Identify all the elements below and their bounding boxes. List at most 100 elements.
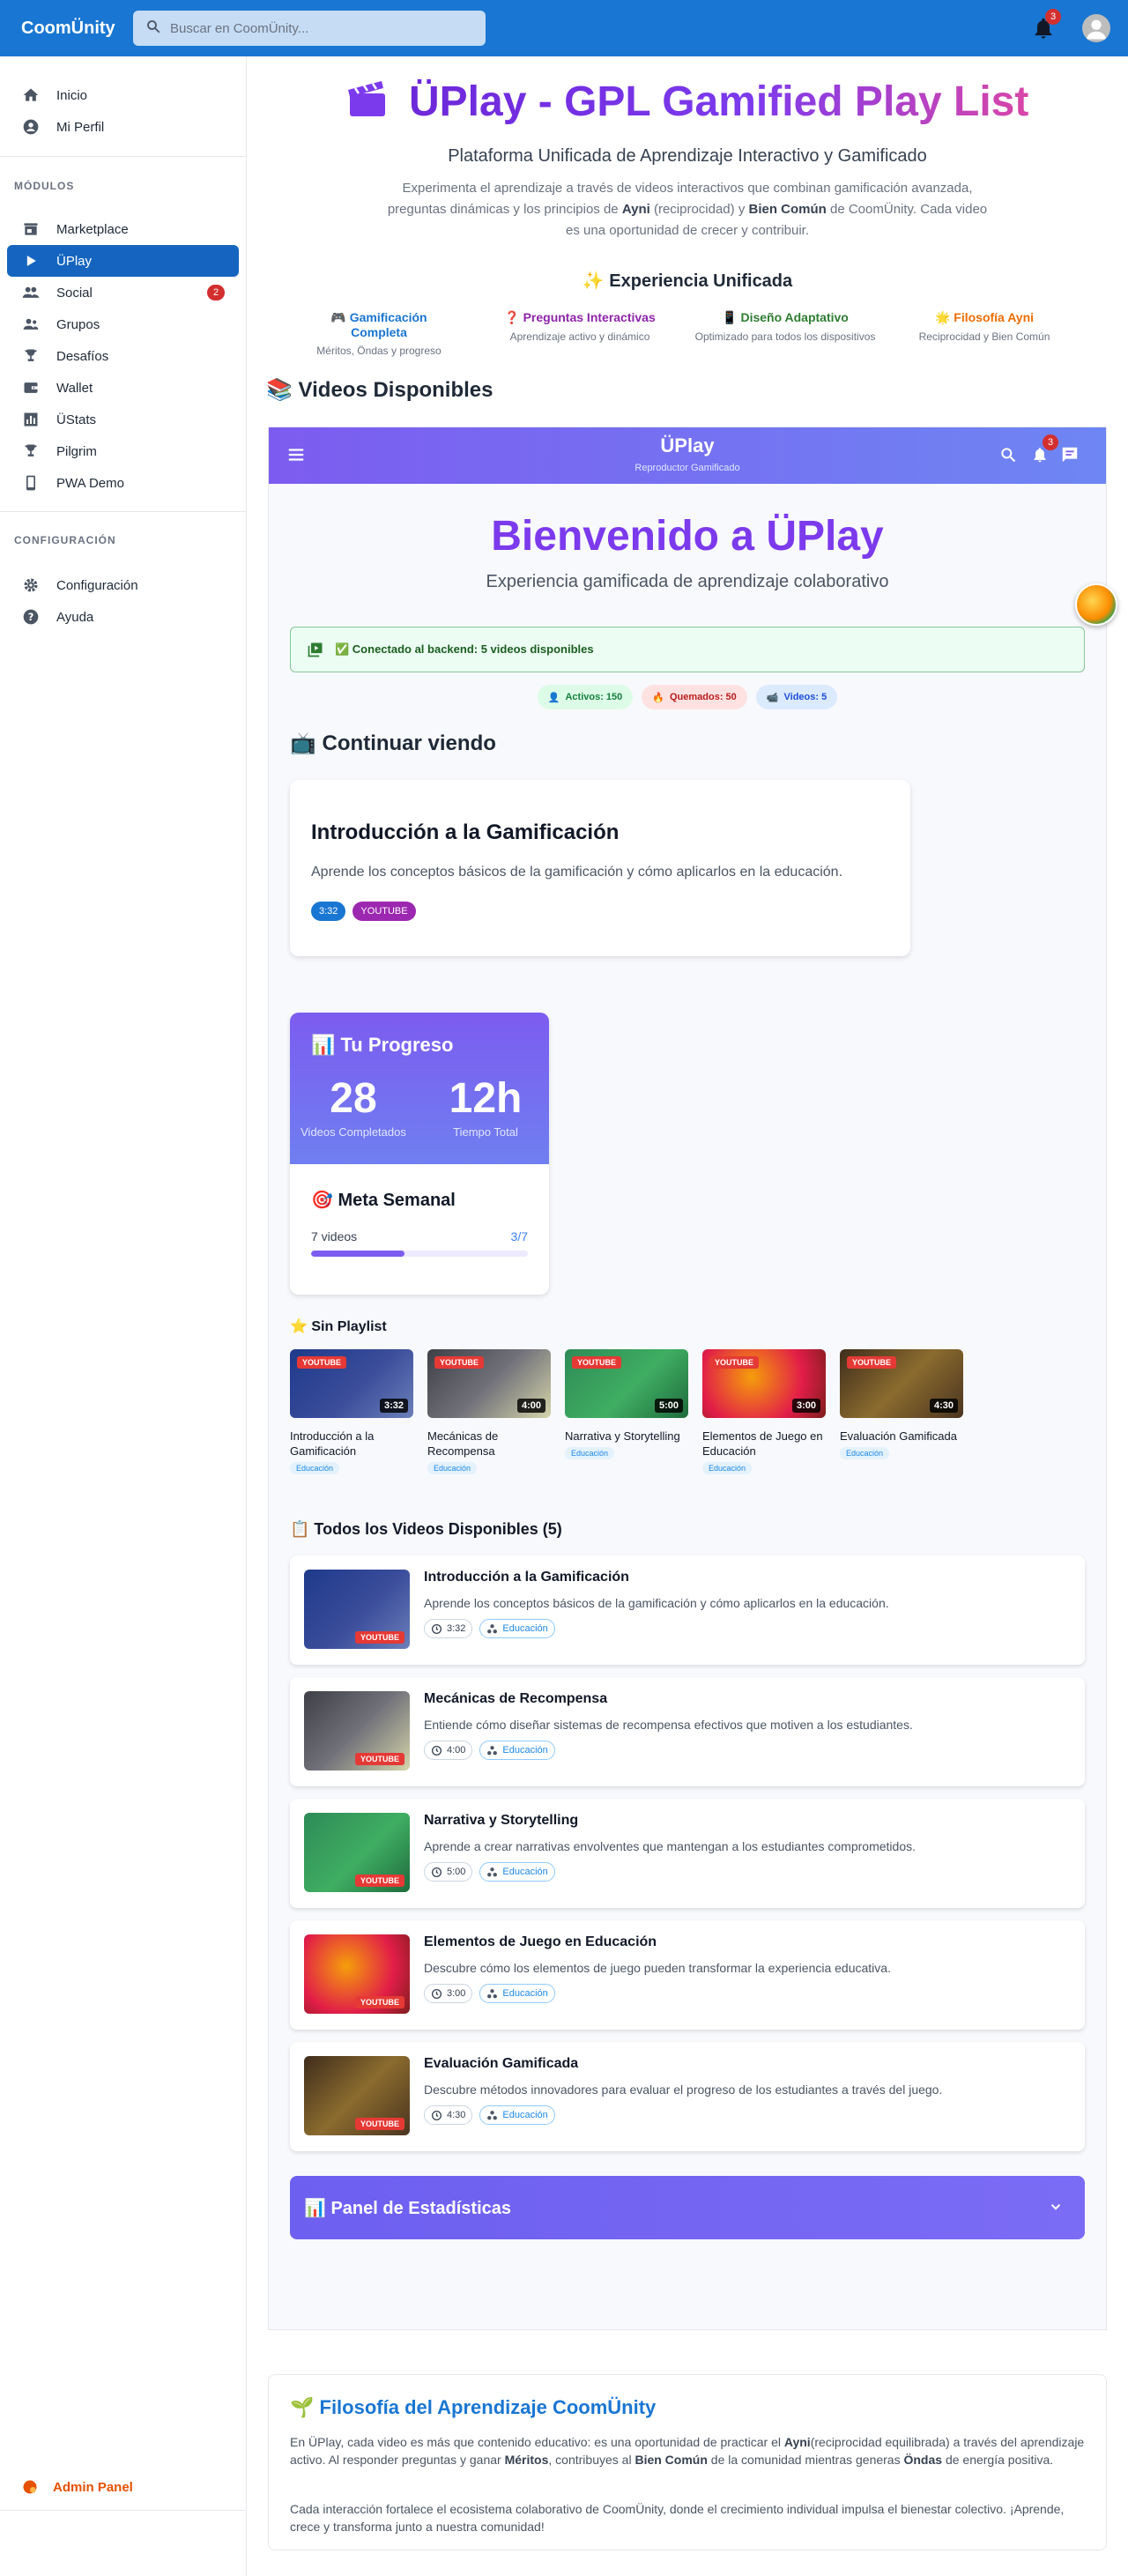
category-icon bbox=[486, 1745, 498, 1756]
search-bar[interactable] bbox=[133, 11, 486, 46]
time-value: 12h bbox=[449, 1075, 523, 1122]
duration-chip: 4:30 bbox=[424, 2105, 473, 2125]
player-subtitle: Reproductor Gamificado bbox=[634, 463, 740, 473]
video-description: Entiende cómo diseñar sistemas de recomp… bbox=[424, 1718, 913, 1732]
sidebar-item-label: PWA Demo bbox=[56, 475, 124, 491]
chat-icon[interactable] bbox=[1058, 443, 1081, 466]
continue-card-desc: Aprende los conceptos básicos de la gami… bbox=[311, 865, 843, 880]
connection-text: ✅ Conectado al backend: 5 videos disponi… bbox=[335, 642, 594, 656]
search-input[interactable] bbox=[170, 20, 452, 36]
sidebar: Inicio Mi Perfil MÓDULOS Marketplace ÜPl… bbox=[0, 56, 247, 2576]
philosophy-card: 🌱 Filosofía del Aprendizaje CoomÜnity En… bbox=[268, 2374, 1107, 2550]
sidebar-item-label: Inicio bbox=[56, 87, 88, 103]
sidebar-item-marketplace[interactable]: Marketplace bbox=[7, 213, 239, 245]
all-videos-title: 📋 Todos los Videos Disponibles (5) bbox=[290, 1520, 562, 1538]
philosophy-paragraph-2: Cada interacción fortalece el ecosistema… bbox=[290, 2502, 1065, 2534]
people-icon bbox=[21, 283, 41, 302]
sidebar-item-inicio[interactable]: Inicio bbox=[7, 79, 239, 111]
weekly-goal-progress-fill bbox=[311, 1251, 404, 1257]
videos-chip: 📹 Videos: 5 bbox=[755, 685, 838, 709]
video-title: Mecánicas de Recompensa bbox=[424, 1691, 608, 1706]
sidebar-item-label: Pilgrim bbox=[56, 443, 97, 459]
sidebar-item-ayuda[interactable]: ? Ayuda bbox=[7, 601, 239, 633]
sidebar-item-wallet[interactable]: Wallet bbox=[7, 372, 239, 404]
notifications-badge: 3 bbox=[1045, 9, 1061, 25]
video-icon: 📹 bbox=[766, 692, 779, 703]
video-list-item[interactable]: YOUTUBE Introducción a la Gamificación Apr… bbox=[290, 1555, 1085, 1665]
store-icon bbox=[21, 219, 41, 239]
person-icon: 👤 bbox=[547, 692, 560, 703]
sidebar-item-label: Social bbox=[56, 285, 93, 301]
sidebar-item-social[interactable]: Social 2 bbox=[7, 277, 239, 308]
video-list-item[interactable]: YOUTUBE Evaluación Gamificada Descubre mét… bbox=[290, 2042, 1085, 2151]
phone-icon bbox=[21, 473, 41, 493]
modules-header: MÓDULOS bbox=[14, 180, 75, 192]
youtube-badge: YOUTUBE bbox=[354, 1631, 404, 1644]
clock-icon bbox=[431, 1988, 442, 2000]
category-chip: Educación bbox=[479, 1984, 555, 2003]
stats-panel-toggle[interactable]: 📊 Panel de Estadísticas bbox=[290, 2176, 1085, 2239]
duration-pill: 3:32 bbox=[311, 902, 346, 921]
video-thumbnail: YOUTUBE bbox=[304, 2056, 410, 2135]
video-thumbnail: YOUTUBE 4:30 bbox=[840, 1349, 963, 1418]
video-description: Descubre cómo los elementos de juego pue… bbox=[424, 1961, 891, 1975]
playlist-video-tile[interactable]: YOUTUBE 4:30 Evaluación Gamificada Educació… bbox=[840, 1349, 963, 1460]
clock-icon bbox=[431, 1867, 442, 1878]
video-meta: 4:00 Educación bbox=[424, 1741, 555, 1760]
video-title: Elementos de Juego en Educación bbox=[424, 1934, 657, 1949]
search-icon[interactable] bbox=[997, 443, 1020, 466]
video-description: Aprende a crear narrativas envolventes q… bbox=[424, 1839, 916, 1853]
sidebar-item-mi-perfil[interactable]: Mi Perfil bbox=[7, 111, 239, 143]
svg-text:?: ? bbox=[28, 611, 34, 623]
youtube-badge: YOUTUBE bbox=[354, 1874, 404, 1887]
weekly-goal-label: 7 videos bbox=[311, 1229, 358, 1243]
uplay-player: ÜPlay Reproductor Gamificado 3 Bienvenid… bbox=[268, 427, 1107, 2330]
playlist-video-tile[interactable]: YOUTUBE 3:00 Elementos de Juego en Educaci… bbox=[702, 1349, 826, 1475]
player-notifications-badge: 3 bbox=[1043, 434, 1058, 450]
duration-badge: 4:30 bbox=[929, 1399, 958, 1413]
video-list-item[interactable]: YOUTUBE Elementos de Juego en Educación De… bbox=[290, 1920, 1085, 2030]
brand-logo[interactable]: CoomÜnity bbox=[21, 19, 115, 39]
admin-panel-link[interactable]: Admin Panel bbox=[21, 2478, 133, 2496]
sidebar-item-desafios[interactable]: Desafíos bbox=[7, 340, 239, 372]
welcome-title: Bienvenido a ÜPlay bbox=[491, 513, 884, 560]
user-avatar[interactable] bbox=[1082, 14, 1110, 42]
admin-label: Admin Panel bbox=[53, 2479, 133, 2495]
sidebar-item-label: Ayuda bbox=[56, 609, 94, 625]
video-meta: 3:00 Educación bbox=[424, 1984, 555, 2003]
video-list-item[interactable]: YOUTUBE Mecánicas de Recompensa Entiende c… bbox=[290, 1677, 1085, 1786]
connection-status: ✅ Conectado al backend: 5 videos disponi… bbox=[290, 627, 1085, 672]
feature-diseno: 📱 Diseño Adaptativo Optimizado para todo… bbox=[694, 310, 876, 343]
duration-chip: 3:32 bbox=[424, 1619, 473, 1638]
sidebar-item-pilgrim[interactable]: Pilgrim bbox=[7, 435, 239, 467]
floating-companion-avatar[interactable] bbox=[1075, 583, 1117, 626]
sidebar-item-uplay[interactable]: ÜPlay bbox=[7, 245, 239, 277]
duration-badge: 3:32 bbox=[379, 1399, 408, 1413]
video-thumbnail: YOUTUBE bbox=[304, 1691, 410, 1771]
category-chip: Educación bbox=[479, 1862, 555, 1882]
sidebar-item-configuracion[interactable]: Configuración bbox=[7, 569, 239, 601]
continue-watching-card[interactable]: Introducción a la Gamificación Aprende l… bbox=[290, 780, 910, 956]
search-icon bbox=[145, 19, 161, 39]
weekly-goal-status: 3/7 bbox=[510, 1229, 528, 1243]
category-chip: Educación bbox=[427, 1462, 478, 1474]
feature-preguntas: ❓ Preguntas Interactivas Aprendizaje act… bbox=[504, 310, 656, 343]
playlist-video-tile[interactable]: YOUTUBE 4:00 Mecánicas de Recompensa Educac… bbox=[427, 1349, 551, 1475]
playlist-video-tile[interactable]: YOUTUBE 5:00 Narrativa y Storytelling Educa… bbox=[565, 1349, 688, 1460]
playlist-video-tile[interactable]: YOUTUBE 3:32 Introducción a la Gamificació… bbox=[290, 1349, 413, 1475]
video-list-item[interactable]: YOUTUBE Narrativa y Storytelling Aprende a… bbox=[290, 1799, 1085, 1908]
tile-title: Mecánicas de Recompensa bbox=[427, 1429, 499, 1458]
sidebar-item-pwa-demo[interactable]: PWA Demo bbox=[7, 467, 239, 499]
sidebar-item-label: Configuración bbox=[56, 577, 138, 593]
time-label: Tiempo Total bbox=[453, 1125, 518, 1139]
video-title: Introducción a la Gamificación bbox=[424, 1570, 629, 1585]
sidebar-item-label: Marketplace bbox=[56, 221, 129, 237]
sidebar-item-grupos[interactable]: Grupos bbox=[7, 308, 239, 340]
sidebar-item-ustats[interactable]: ÜStats bbox=[7, 404, 239, 435]
clapperboard-icon bbox=[346, 79, 389, 129]
progress-title: 📊 Tu Progreso bbox=[311, 1034, 454, 1056]
duration-badge: 5:00 bbox=[654, 1399, 683, 1413]
video-thumbnail: YOUTUBE bbox=[304, 1934, 410, 2014]
burned-chip: 🔥 Quemados: 50 bbox=[642, 685, 747, 709]
weekly-goal-title: 🎯 Meta Semanal bbox=[311, 1191, 456, 1210]
